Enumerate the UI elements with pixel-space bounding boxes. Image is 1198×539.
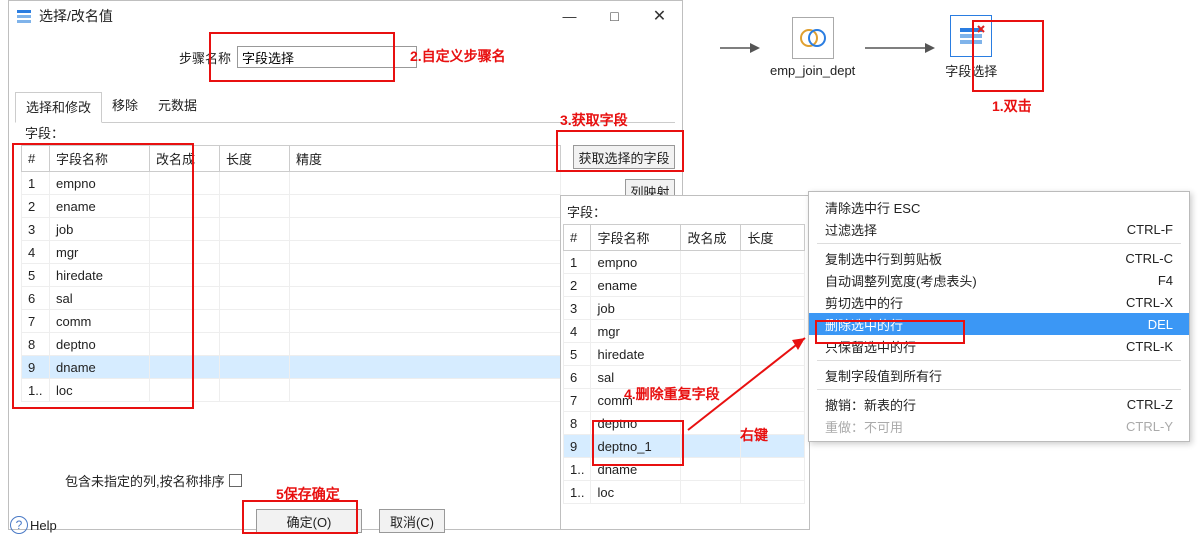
window-controls: — □ ✕ — [547, 1, 682, 31]
ctx-clear-row[interactable]: 清除选中行 ESC — [809, 196, 1189, 218]
table-row: 4mgr — [564, 320, 805, 343]
ctx-copy[interactable]: 复制选中行到剪贴板CTRL-C — [809, 247, 1189, 269]
table-row: 4mgr — [22, 241, 561, 264]
transformation-flow: emp_join_dept 字段选择 — [720, 15, 1007, 80]
col-num: # — [564, 225, 591, 251]
table-row: 7comm — [22, 310, 561, 333]
ctx-cut[interactable]: 剪切选中的行CTRL-X — [809, 291, 1189, 313]
table-row: 1empno — [564, 251, 805, 274]
minimize-button[interactable]: — — [547, 1, 592, 31]
ctx-filter[interactable]: 过滤选择CTRL-F — [809, 218, 1189, 240]
node-field-select[interactable]: 字段选择 — [945, 15, 997, 80]
col-prec: 精度 — [290, 146, 561, 172]
select-values-icon — [950, 15, 992, 57]
table-row: 1..dname — [564, 458, 805, 481]
col-rename: 改名成 — [681, 225, 741, 251]
col-name: 字段名称 — [50, 146, 150, 172]
table-row: 1empno — [22, 172, 561, 195]
fields-label2: 字段： — [567, 202, 606, 221]
col-name: 字段名称 — [591, 225, 681, 251]
cancel-button[interactable]: 取消(C) — [379, 509, 445, 533]
tab-remove[interactable]: 移除 — [102, 91, 148, 122]
include-checkbox[interactable] — [229, 474, 242, 487]
table-row: 8deptno — [564, 412, 805, 435]
table-row: 3job — [22, 218, 561, 241]
context-menu: 清除选中行 ESC 过滤选择CTRL-F 复制选中行到剪贴板CTRL-C 自动调… — [808, 191, 1190, 442]
node-label: emp_join_dept — [770, 63, 855, 78]
fields-table-panel2: 字段： # 字段名称 改名成 长度 1empno 2ename 3job 4mg… — [560, 195, 810, 530]
dialog-title: 选择/改名值 — [39, 6, 547, 26]
help-link[interactable]: ? Help — [10, 516, 57, 534]
ctx-undo[interactable]: 撤销：新表的行CTRL-Z — [809, 393, 1189, 415]
table-row: 1..loc — [22, 379, 561, 402]
table-row: 3job — [564, 297, 805, 320]
table-row: 6sal — [22, 287, 561, 310]
table-row: 2ename — [564, 274, 805, 297]
table-row: 1..loc — [564, 481, 805, 504]
get-fields-button[interactable]: 获取选择的字段 — [573, 145, 675, 169]
table-row: 6sal — [564, 366, 805, 389]
titlebar: 选择/改名值 — □ ✕ — [9, 1, 682, 31]
table-row: 5hiredate — [564, 343, 805, 366]
maximize-button[interactable]: □ — [592, 1, 637, 31]
join-icon — [792, 17, 834, 59]
col-len: 长度 — [741, 225, 805, 251]
fields-table2[interactable]: # 字段名称 改名成 长度 1empno 2ename 3job 4mgr 5h… — [563, 224, 805, 504]
arrow-icon — [720, 40, 760, 56]
table-row: 9deptno_1 — [564, 435, 805, 458]
step-name-input[interactable] — [237, 46, 417, 68]
dialog-icon — [15, 7, 33, 25]
ctx-delete-row[interactable]: 删除选中的行DEL — [809, 313, 1189, 335]
col-len: 长度 — [220, 146, 290, 172]
close-button[interactable]: ✕ — [637, 1, 682, 31]
tab-select-modify[interactable]: 选择和修改 — [15, 92, 102, 123]
table-row: 9dname — [22, 356, 561, 379]
fields-table[interactable]: # 字段名称 改名成 长度 精度 1empno 2ename 3job 4mgr… — [21, 145, 561, 402]
col-num: # — [22, 146, 50, 172]
ctx-redo: 重做：不可用CTRL-Y — [809, 415, 1189, 437]
node-emp-join-dept[interactable]: emp_join_dept — [770, 17, 855, 78]
help-label: Help — [30, 518, 57, 533]
include-unspecified-row: 包含未指定的列,按名称排序 — [65, 471, 242, 490]
col-rename: 改名成 — [150, 146, 220, 172]
help-icon: ? — [10, 516, 28, 534]
ok-button[interactable]: 确定(O) — [256, 509, 362, 533]
ctx-copy-value[interactable]: 复制字段值到所有行 — [809, 364, 1189, 386]
ctx-keep-only[interactable]: 只保留选中的行CTRL-K — [809, 335, 1189, 357]
table-row: 8deptno — [22, 333, 561, 356]
table-row: 7comm — [564, 389, 805, 412]
step-name-row: 步骤名称 — [179, 46, 417, 68]
table-row: 5hiredate — [22, 264, 561, 287]
ctx-auto-width[interactable]: 自动调整列宽度(考虑表头)F4 — [809, 269, 1189, 291]
tab-metadata[interactable]: 元数据 — [148, 91, 207, 122]
node-label: 字段选择 — [945, 61, 997, 80]
step-name-label: 步骤名称 — [179, 48, 231, 67]
tabs: 选择和修改 移除 元数据 — [15, 91, 675, 123]
table-row: 2ename — [22, 195, 561, 218]
callout-1: 1.双击 — [992, 96, 1032, 116]
arrow-icon — [865, 40, 935, 56]
fields-label: 字段： — [25, 123, 64, 142]
include-label: 包含未指定的列,按名称排序 — [65, 471, 225, 490]
